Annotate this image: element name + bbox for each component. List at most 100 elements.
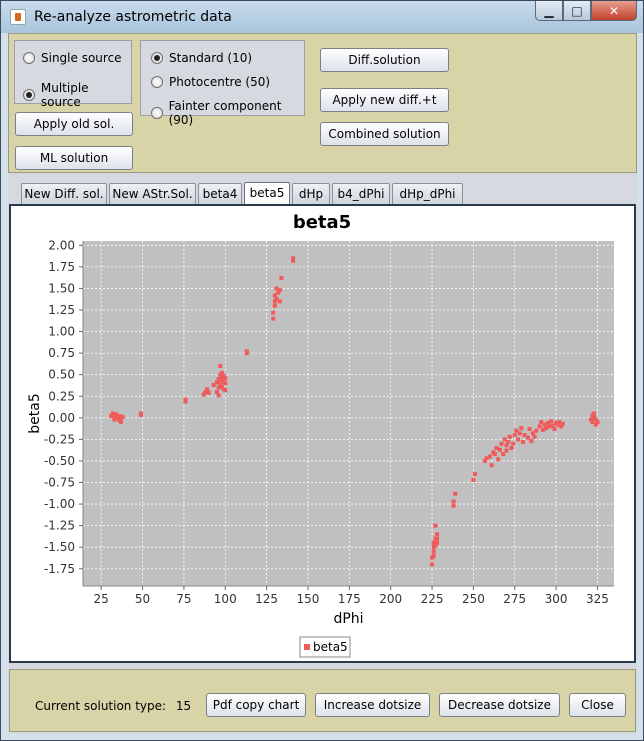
data-point bbox=[506, 439, 511, 444]
minimize-button[interactable]: ▁ bbox=[535, 1, 563, 21]
y-tick-label: -1.50 bbox=[44, 540, 75, 554]
y-tick-label: -1.00 bbox=[44, 497, 75, 511]
decrease-dotsize-button[interactable]: Decrease dotsize bbox=[439, 693, 560, 717]
data-point bbox=[223, 388, 228, 393]
data-point bbox=[497, 447, 502, 452]
radio-circle bbox=[23, 52, 35, 64]
tab-beta5[interactable]: beta5 bbox=[244, 182, 290, 205]
y-tick-label: 0.25 bbox=[48, 389, 75, 403]
data-point bbox=[435, 536, 439, 541]
tab-strip: New Diff. sol. New AStr.Sol. beta4 beta5… bbox=[8, 182, 637, 205]
tab-new-astr-sol[interactable]: New AStr.Sol. bbox=[109, 183, 196, 204]
data-point bbox=[216, 393, 221, 398]
y-tick-label: 0.75 bbox=[48, 346, 75, 360]
x-tick-label: 275 bbox=[503, 592, 526, 606]
radio-circle bbox=[23, 89, 35, 101]
status-label: Current solution type: bbox=[35, 699, 167, 713]
x-tick-label: 300 bbox=[545, 592, 568, 606]
radio-circle bbox=[151, 76, 163, 88]
component-radio-group: Standard (10) Photocentre (50) Fainter c… bbox=[140, 40, 305, 127]
maximize-button[interactable]: □ bbox=[563, 1, 591, 21]
data-point bbox=[119, 420, 124, 425]
data-point bbox=[271, 310, 276, 315]
x-tick-label: 75 bbox=[176, 592, 191, 606]
data-point bbox=[218, 364, 223, 369]
y-tick-label: -0.50 bbox=[44, 454, 75, 468]
data-point bbox=[525, 435, 530, 440]
chart-title: beta5 bbox=[293, 212, 351, 233]
data-point bbox=[451, 503, 456, 508]
data-point bbox=[183, 399, 188, 404]
diff-solution-button[interactable]: Diff.solution bbox=[320, 48, 449, 72]
x-tick-label: 225 bbox=[421, 592, 444, 606]
y-tick-label: -0.75 bbox=[44, 476, 75, 490]
close-button[interactable]: Close bbox=[569, 693, 626, 717]
data-point bbox=[277, 299, 282, 304]
data-point bbox=[492, 452, 497, 457]
tab-beta4[interactable]: beta4 bbox=[198, 183, 242, 204]
x-tick-label: 150 bbox=[297, 592, 320, 606]
apply-new-diff-button[interactable]: Apply new diff.+t bbox=[320, 88, 449, 112]
x-tick-label: 100 bbox=[214, 592, 237, 606]
y-tick-label: 0.00 bbox=[48, 411, 75, 425]
data-point bbox=[471, 477, 476, 482]
data-point bbox=[527, 427, 532, 432]
radio-single-source[interactable]: Single source bbox=[23, 51, 122, 65]
y-tick-label: 1.25 bbox=[48, 303, 75, 317]
scatter-chart: beta5 25 50 75 100 125 150 175 200 225 250 275 300 3… bbox=[27, 212, 614, 658]
x-tick-label: 175 bbox=[338, 592, 361, 606]
radio-label: Single source bbox=[41, 51, 122, 65]
data-point bbox=[433, 523, 438, 528]
client-area: Single source Multiple source Standard (… bbox=[8, 33, 637, 734]
data-point bbox=[511, 441, 516, 446]
tab-new-diff-sol[interactable]: New Diff. sol. bbox=[21, 183, 107, 204]
data-point bbox=[529, 439, 534, 444]
ml-solution-button[interactable]: ML solution bbox=[15, 146, 133, 170]
data-point bbox=[516, 437, 521, 442]
data-point bbox=[549, 419, 554, 424]
radio-multiple-source[interactable]: Multiple source bbox=[23, 81, 131, 109]
increase-dotsize-button[interactable]: Increase dotsize bbox=[315, 693, 430, 717]
radio-standard[interactable]: Standard (10) bbox=[151, 51, 252, 65]
data-point bbox=[206, 390, 211, 395]
data-point bbox=[512, 433, 517, 438]
radio-circle bbox=[151, 52, 163, 64]
x-tick-label: 50 bbox=[135, 592, 150, 606]
data-point bbox=[431, 549, 436, 554]
tab-b4-dphi[interactable]: b4_dPhi bbox=[332, 183, 390, 204]
pdf-copy-chart-button[interactable]: Pdf copy chart bbox=[206, 693, 306, 717]
data-point bbox=[120, 414, 125, 419]
app-window: Re-analyze astrometric data ▁ □ ✕ Single… bbox=[0, 0, 644, 741]
radio-fainter-component[interactable]: Fainter component (90) bbox=[151, 99, 304, 127]
legend-swatch bbox=[304, 644, 310, 650]
data-point bbox=[487, 454, 492, 459]
data-point bbox=[537, 424, 542, 429]
chart-panel: beta5 25 50 75 100 125 150 175 200 225 250 275 300 3… bbox=[9, 204, 636, 663]
x-tick-label: 25 bbox=[94, 592, 109, 606]
status-value: 15 bbox=[175, 699, 192, 713]
data-point bbox=[504, 443, 509, 448]
data-point bbox=[223, 381, 228, 386]
combined-solution-button[interactable]: Combined solution bbox=[320, 122, 449, 146]
apply-old-solution-button[interactable]: Apply old sol. bbox=[15, 112, 133, 136]
data-point bbox=[435, 540, 439, 545]
data-point bbox=[431, 553, 436, 558]
x-tick-label: 325 bbox=[586, 592, 609, 606]
data-point bbox=[532, 434, 537, 439]
controls-panel: Single source Multiple source Standard (… bbox=[8, 33, 637, 173]
data-point bbox=[501, 452, 506, 457]
close-window-button[interactable]: ✕ bbox=[591, 1, 637, 21]
title-bar[interactable]: Re-analyze astrometric data ▁ □ ✕ bbox=[1, 1, 643, 33]
radio-circle bbox=[151, 107, 163, 119]
data-point bbox=[499, 441, 504, 446]
tab-dhp[interactable]: dHp bbox=[292, 183, 330, 204]
y-tick-label: 1.50 bbox=[48, 281, 75, 295]
radio-label: Multiple source bbox=[40, 81, 89, 109]
y-tick-label: -1.25 bbox=[44, 519, 75, 533]
data-point bbox=[552, 427, 557, 432]
data-point bbox=[473, 471, 478, 476]
tab-dhp-dphi[interactable]: dHp_dPhi bbox=[392, 183, 463, 204]
window-title: Re-analyze astrometric data bbox=[34, 9, 232, 25]
legend-label: beta5 bbox=[313, 640, 348, 654]
radio-photocentre[interactable]: Photocentre (50) bbox=[151, 75, 270, 89]
